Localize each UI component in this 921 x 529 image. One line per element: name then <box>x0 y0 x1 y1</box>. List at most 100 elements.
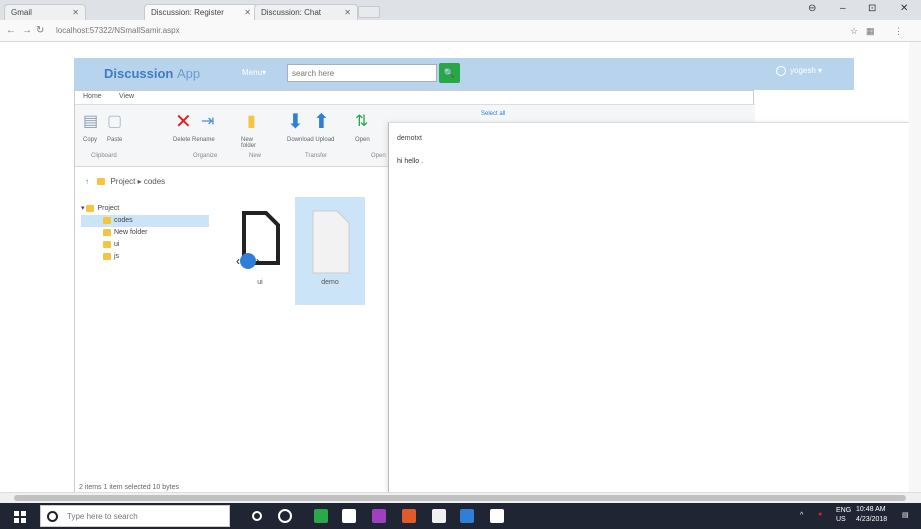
new-folder-label: New folder <box>241 137 257 149</box>
group-clipboard: Clipboard <box>91 153 117 159</box>
close-icon[interactable]: ✕ <box>344 8 351 17</box>
horizontal-scrollbar[interactable] <box>0 492 921 503</box>
taskbar-search[interactable]: Type here to search <box>40 505 230 527</box>
delete-rename-label: Delete Rename <box>173 137 215 143</box>
tree-label: New folder <box>114 229 148 236</box>
edge-icon[interactable] <box>460 509 474 523</box>
store-icon[interactable] <box>342 509 356 523</box>
ribbon-tabs: Home View <box>75 91 755 105</box>
mic-icon[interactable] <box>252 511 262 521</box>
select-all-button[interactable]: Select all <box>481 111 505 117</box>
tree-item-codes[interactable]: codes <box>81 215 209 227</box>
chat-message: hi hello . <box>397 158 424 165</box>
folder-icon <box>103 216 111 224</box>
group-open: Open <box>371 153 386 159</box>
brand-logo[interactable]: Discussion App <box>104 66 200 81</box>
group-transfer: Transfer <box>305 153 328 159</box>
brand-main: Discussion <box>104 66 174 81</box>
bookmark-star-icon[interactable]: ☆ <box>850 26 858 37</box>
address-bar: ← → ↻ localhost:57322/NSmallSamir.aspx ☆… <box>0 20 921 42</box>
tab-chat[interactable]: Discussion: Chat ✕ <box>254 4 358 20</box>
open-icon[interactable]: ⇅ <box>355 111 368 131</box>
close-icon[interactable]: ✕ <box>244 8 251 17</box>
search-icon: 🔍 <box>443 68 456 78</box>
folder-icon <box>103 252 111 260</box>
tab-gmail[interactable]: Gmail ✕ <box>4 4 86 20</box>
tree-label: js <box>114 253 120 260</box>
ribbon-tab-home[interactable]: Home <box>83 93 102 100</box>
url-field[interactable]: localhost:57322/NSmallSamir.aspx <box>56 26 180 35</box>
forward-icon[interactable]: → <box>22 25 32 36</box>
rename-icon[interactable]: ⇥ <box>201 111 214 131</box>
clock-date[interactable]: 4/23/2018 <box>856 516 887 523</box>
tab-label: Discussion: Chat <box>261 8 322 17</box>
task-view-icon[interactable] <box>278 509 292 523</box>
new-tab-button[interactable] <box>358 6 380 18</box>
notifications-icon[interactable]: ▤ <box>902 511 909 519</box>
tree-label: ui <box>114 241 120 248</box>
brand-sub: App <box>176 66 201 81</box>
folder-icon <box>97 178 106 186</box>
menu-dots-icon[interactable]: ⋮ <box>894 26 903 37</box>
search-button[interactable]: 🔍 <box>439 63 460 83</box>
cortana-icon <box>47 511 58 522</box>
tree-item-new-folder[interactable]: New folder <box>81 227 209 239</box>
app-icon-green[interactable] <box>314 509 328 523</box>
delete-icon[interactable]: ✕ <box>175 109 192 134</box>
code-file-icon: ‹ › <box>236 211 280 269</box>
user-icon <box>776 66 786 76</box>
maximize-button[interactable]: ⊡ <box>868 3 876 14</box>
chat-name: demotxt <box>397 135 422 142</box>
svg-text:›: › <box>256 254 260 268</box>
file-grid: ‹ › ui demo <box>225 197 385 323</box>
tab-register[interactable]: Discussion: Register ✕ <box>144 4 258 20</box>
chrome-icon[interactable] <box>402 509 416 523</box>
svg-text:‹: ‹ <box>236 254 240 268</box>
close-window-button[interactable]: ✕ <box>900 3 908 14</box>
menu-dropdown[interactable]: Menu▾ <box>242 68 266 77</box>
open-label: Open <box>355 137 370 143</box>
tray-language[interactable]: ENG US <box>836 506 851 524</box>
download-upload-label: Download Upload <box>287 137 335 143</box>
group-organize: Organize <box>193 153 218 159</box>
reload-icon[interactable]: ↻ <box>36 25 44 36</box>
tree-item-project[interactable]: ▾ Project <box>81 203 209 215</box>
ribbon-tab-view[interactable]: View <box>119 93 134 100</box>
group-new: New <box>249 153 262 159</box>
tray-chevron-icon[interactable]: ^ <box>800 512 803 519</box>
taskbar-search-placeholder: Type here to search <box>67 512 138 521</box>
expand-icon[interactable]: ▾ <box>81 205 85 212</box>
chat-panel: demotxt hi hello . <box>388 122 921 492</box>
close-icon[interactable]: ✕ <box>72 8 79 17</box>
file-item[interactable]: demo <box>295 197 365 305</box>
clock-time[interactable]: 10:48 AM <box>856 506 886 513</box>
copy-icon[interactable]: ▤ <box>83 111 98 131</box>
text-file-icon <box>312 210 350 274</box>
tree-item-js[interactable]: js <box>81 251 209 263</box>
upload-icon[interactable]: ⬆ <box>313 109 330 134</box>
user-menu[interactable]: yogesh ▾ <box>776 66 822 76</box>
profile-icon[interactable]: ⊖ <box>808 3 816 14</box>
folder-taskbar-icon[interactable] <box>432 509 446 523</box>
new-folder-icon[interactable]: ▮ <box>247 111 256 131</box>
download-icon[interactable]: ⬇ <box>287 109 304 134</box>
app-icon-white[interactable] <box>490 509 504 523</box>
back-icon[interactable]: ← <box>6 25 16 36</box>
search-input[interactable] <box>287 64 437 82</box>
tray-app-icon[interactable]: ● <box>818 511 822 518</box>
breadcrumb-path[interactable]: Project ▸ codes <box>110 177 165 186</box>
extension-icon[interactable]: ▦ <box>866 26 875 37</box>
tab-label: Gmail <box>11 8 32 17</box>
paste-icon[interactable]: ▢ <box>107 111 122 131</box>
up-arrow-icon[interactable]: ↑ <box>85 177 89 186</box>
file-item[interactable]: ‹ › ui <box>225 203 295 311</box>
scroll-thumb[interactable] <box>14 495 906 501</box>
app-icon-purple[interactable] <box>372 509 386 523</box>
vertical-scrollbar[interactable] <box>909 42 921 492</box>
tab-label: Discussion: Register <box>151 8 224 17</box>
minimize-button[interactable]: – <box>840 3 846 14</box>
tree-item-ui[interactable]: ui <box>81 239 209 251</box>
windows-start-icon[interactable] <box>14 511 26 523</box>
status-bar: 2 items 1 item selected 10 bytes <box>79 484 179 491</box>
taskbar: Type here to search ^ ● ENG US 10:48 AM … <box>0 503 921 529</box>
